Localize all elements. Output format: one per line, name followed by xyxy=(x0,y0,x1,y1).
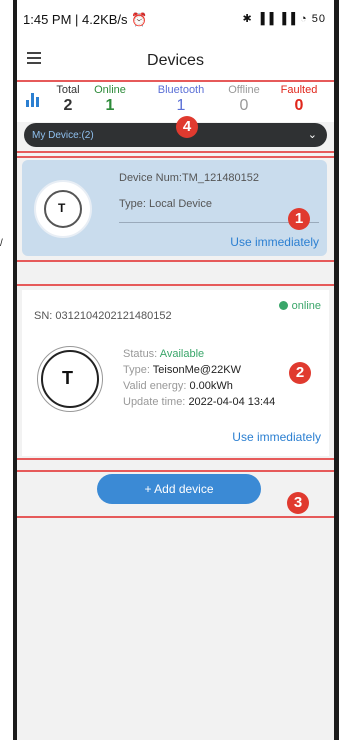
status-time: 1:45 PM | 4.2KB/s ⏰ xyxy=(23,12,148,27)
right-frame xyxy=(334,0,339,740)
annotation-badge-4: 4 xyxy=(176,116,198,138)
check-circle-icon xyxy=(278,301,288,310)
stat-faulted[interactable]: Faulted 0 xyxy=(277,84,321,115)
stat-offline[interactable]: Offline 0 xyxy=(223,84,265,115)
annotation-box-2-bottom xyxy=(17,458,334,460)
annotation-box-1-bottom xyxy=(17,260,334,262)
status-row: Status: Available xyxy=(123,348,205,360)
serial-number: SN: 0312104202121480152 xyxy=(34,310,172,322)
annotation-box-1-top xyxy=(17,151,334,153)
stat-label: Offline xyxy=(228,84,260,96)
alarm-icon: ⏰ xyxy=(131,12,148,27)
page-title: Devices xyxy=(147,52,204,69)
stat-label: Online xyxy=(94,84,126,96)
app-header: Devices xyxy=(17,40,334,80)
energy-value: 0.00kWh xyxy=(189,380,233,392)
status-bar: 1:45 PM | 4.2KB/s ⏰ ✱ ▐▐ ▐▐ ◔ 50 xyxy=(17,0,334,40)
annotation-box-3-top xyxy=(17,470,334,472)
stat-label: Bluetooth xyxy=(157,84,205,96)
annotation-box-3-bottom xyxy=(17,516,334,518)
stat-bluetooth[interactable]: Bluetooth 1 xyxy=(153,84,209,115)
type-row: Type: TeisonMe@22KW xyxy=(123,364,241,376)
stats-chart-icon[interactable] xyxy=(26,92,40,107)
local-device-card[interactable]: T Device Num:TM_121480152 Type: Local De… xyxy=(22,160,327,256)
charger-logo: T xyxy=(58,201,66,215)
online-status: online xyxy=(278,300,321,312)
stat-value: 2 xyxy=(63,97,73,114)
side-mark: / xyxy=(0,238,3,249)
stat-total[interactable]: Total 2 xyxy=(50,84,86,115)
stat-value: 1 xyxy=(176,97,186,114)
type-value: TeisonMe@22KW xyxy=(152,364,241,376)
app-screen: 1:45 PM | 4.2KB/s ⏰ ✱ ▐▐ ▐▐ ◔ 50 Devices… xyxy=(17,0,334,740)
left-frame: / xyxy=(0,0,17,740)
remote-device-card[interactable]: SN: 0312104202121480152 online T Status:… xyxy=(22,290,329,456)
remote-charger-icon: T xyxy=(37,346,103,412)
annotation-box-1-top-inner xyxy=(17,156,334,158)
annotation-badge-1: 1 xyxy=(288,208,310,230)
stat-label: Faulted xyxy=(280,84,318,96)
stat-online[interactable]: Online 1 xyxy=(90,84,130,115)
annotation-badge-3: 3 xyxy=(287,492,309,514)
stat-value: 0 xyxy=(239,97,249,114)
annotation-badge-2: 2 xyxy=(289,362,311,384)
energy-row: Valid energy: 0.00kWh xyxy=(123,380,233,392)
use-immediately-link[interactable]: Use immediately xyxy=(230,235,319,249)
local-charger-icon: T xyxy=(34,180,92,238)
annotation-box-2-top xyxy=(17,284,334,286)
stat-value: 0 xyxy=(294,97,304,114)
my-device-label: My Device:(2) xyxy=(32,130,94,141)
charger-logo: T xyxy=(62,368,73,388)
update-row: Update time: 2022-04-04 13:44 xyxy=(123,396,276,408)
device-type: Type: Local Device xyxy=(119,198,212,210)
update-value: 2022-04-04 13:44 xyxy=(188,396,276,408)
device-summary: Total 2 Online 1 Bluetooth 1 Offline 0 F… xyxy=(17,82,334,122)
chevron-down-icon: ⌄ xyxy=(307,129,317,141)
status-icons: ✱ ▐▐ ▐▐ ◔ 50 xyxy=(242,13,326,25)
add-device-button[interactable]: + Add device xyxy=(97,474,261,504)
device-number: Device Num:TM_121480152 xyxy=(119,172,260,184)
stat-label: Total xyxy=(56,84,80,96)
stat-value: 1 xyxy=(105,97,115,114)
use-immediately-link[interactable]: Use immediately xyxy=(232,430,321,444)
status-value: Available xyxy=(159,348,205,360)
